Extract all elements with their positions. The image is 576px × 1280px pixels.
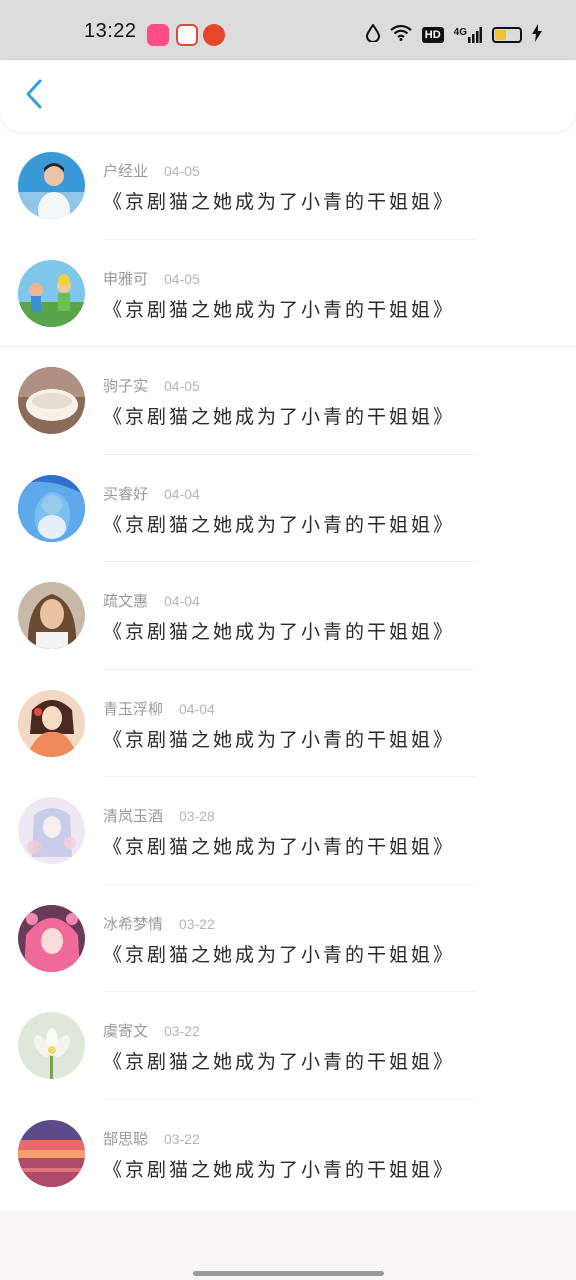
user-name[interactable]: 申雅可	[103, 268, 148, 289]
comment-date: 04-04	[164, 593, 200, 609]
comment-date: 04-04	[179, 700, 215, 717]
book-title[interactable]: 《京剧猫之她成为了小青的干姐姐》	[103, 725, 455, 752]
list-item[interactable]: 买睿好 04-04 《京剧猫之她成为了小青的干姐姐》	[0, 455, 576, 562]
home-indicator[interactable]	[193, 1271, 384, 1276]
avatar[interactable]	[18, 689, 85, 757]
avatar[interactable]	[18, 1012, 85, 1079]
comment-date: 03-22	[164, 1023, 200, 1039]
book-title[interactable]: 《京剧猫之她成为了小青的干姐姐》	[103, 617, 455, 644]
user-name[interactable]: 郜思聪	[103, 1128, 148, 1149]
list-item[interactable]: 青玉浮柳 04-04 《京剧猫之她成为了小青的干姐姐》	[0, 670, 576, 777]
avatar[interactable]	[18, 797, 85, 864]
user-name[interactable]: 户经业	[103, 160, 148, 181]
comment-date: 04-04	[164, 485, 200, 502]
avatar[interactable]	[18, 259, 85, 327]
status-time: 13:22	[84, 20, 137, 42]
avatar[interactable]	[18, 474, 85, 542]
user-name[interactable]: 虞寄文	[103, 1020, 148, 1041]
user-name[interactable]: 驹子实	[103, 375, 148, 396]
comment-date: 04-05	[164, 270, 200, 287]
list-item[interactable]: 申雅可 04-05 《京剧猫之她成为了小青的干姐姐》	[0, 240, 576, 347]
comment-list: 户经业 04-05 《京剧猫之她成为了小青的干姐姐》 申雅可 04-05 《京剧猫之…	[0, 132, 576, 1207]
book-title[interactable]: 《京剧猫之她成为了小青的干姐姐》	[103, 510, 455, 537]
comment-date: 04-05	[164, 163, 200, 179]
book-title[interactable]: 《京剧猫之她成为了小青的干姐姐》	[103, 940, 455, 967]
book-title[interactable]: 《京剧猫之她成为了小青的干姐姐》	[103, 1155, 455, 1182]
chevron-left-icon	[25, 79, 43, 113]
user-name[interactable]: 冰希梦情	[103, 913, 163, 934]
list-item[interactable]: 清岚玉酒 03-28 《京剧猫之她成为了小青的干姐姐》	[0, 777, 576, 885]
book-title[interactable]: 《京剧猫之她成为了小青的干姐姐》	[103, 832, 455, 859]
user-name[interactable]: 疏文惠	[103, 590, 148, 611]
charging-bolt-icon	[532, 24, 542, 46]
wifi-icon	[390, 24, 412, 45]
user-name[interactable]: 买睿好	[103, 483, 148, 504]
list-item[interactable]: 驹子实 04-05 《京剧猫之她成为了小青的干姐姐》	[0, 347, 576, 455]
list-item[interactable]: 冰希梦情 03-22 《京剧猫之她成为了小青的干姐姐》	[0, 885, 576, 992]
user-name[interactable]: 清岚玉酒	[103, 805, 163, 826]
comment-date: 03-22	[164, 1130, 200, 1147]
book-title[interactable]: 《京剧猫之她成为了小青的干姐姐》	[103, 187, 455, 214]
app-notification-icon	[203, 24, 225, 46]
avatar[interactable]	[18, 582, 85, 649]
battery-icon	[492, 27, 522, 43]
network-type-label: 4G	[453, 27, 467, 38]
top-nav-bar	[0, 60, 576, 132]
comment-date: 03-22	[179, 915, 215, 932]
list-item[interactable]: 疏文惠 04-04 《京剧猫之她成为了小青的干姐姐》	[0, 562, 576, 670]
app-notification-icon	[176, 24, 198, 46]
book-title[interactable]: 《京剧猫之她成为了小青的干姐姐》	[103, 295, 455, 322]
status-bar: 13:22 HD 4G	[0, 0, 576, 60]
list-item[interactable]: 郜思聪 03-22 《京剧猫之她成为了小青的干姐姐》	[0, 1100, 576, 1208]
user-name[interactable]: 青玉浮柳	[103, 698, 163, 719]
app-notification-icon	[147, 24, 169, 46]
hd-badge: HD	[421, 27, 444, 43]
back-button[interactable]	[14, 76, 54, 116]
water-drop-icon	[365, 23, 380, 46]
avatar[interactable]	[18, 904, 85, 972]
avatar[interactable]	[18, 152, 85, 219]
cellular-signal-icon: 4G	[454, 27, 482, 43]
avatar[interactable]	[18, 1119, 85, 1187]
list-item[interactable]: 户经业 04-05 《京剧猫之她成为了小青的干姐姐》	[0, 132, 576, 240]
status-icons: HD 4G	[365, 23, 542, 46]
comment-date: 04-05	[164, 378, 200, 394]
avatar[interactable]	[18, 367, 85, 434]
bottom-area	[0, 1210, 576, 1280]
book-title[interactable]: 《京剧猫之她成为了小青的干姐姐》	[103, 402, 455, 429]
comment-date: 03-28	[179, 808, 215, 824]
book-title[interactable]: 《京剧猫之她成为了小青的干姐姐》	[103, 1047, 455, 1074]
list-item[interactable]: 虞寄文 03-22 《京剧猫之她成为了小青的干姐姐》	[0, 992, 576, 1100]
